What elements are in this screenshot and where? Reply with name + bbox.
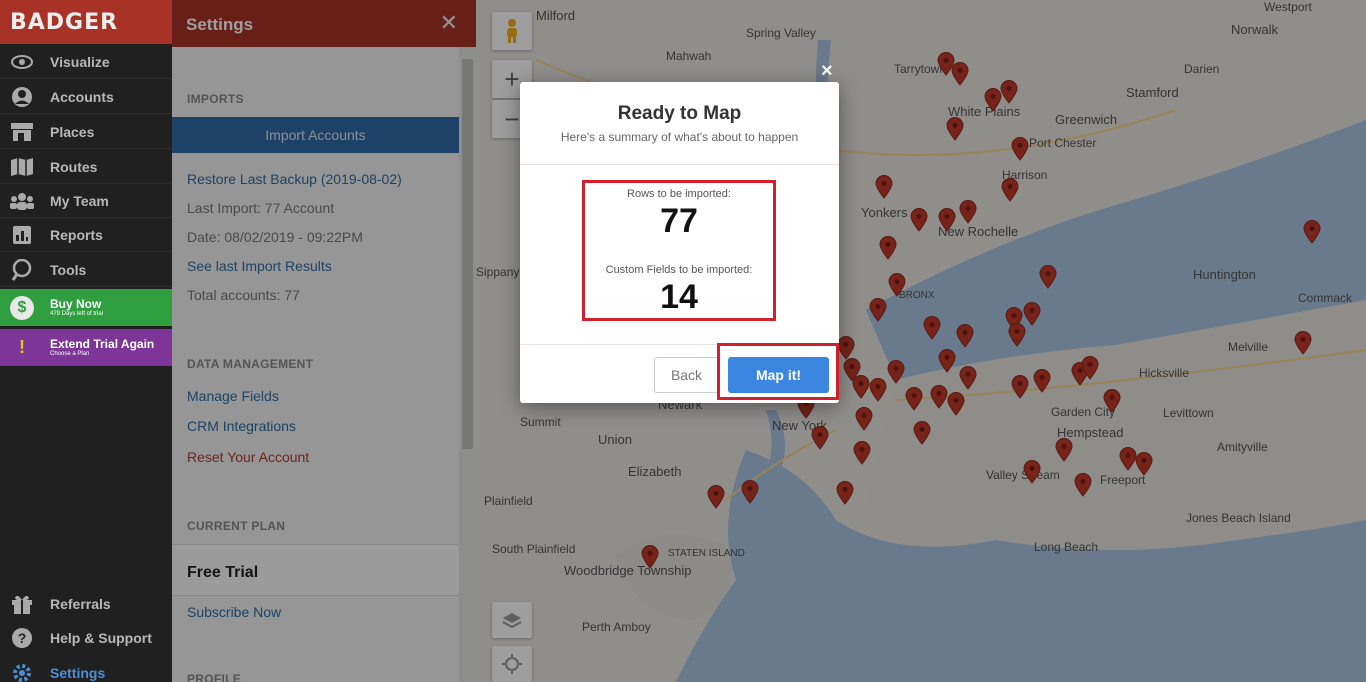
close-icon[interactable]: ×	[821, 60, 833, 83]
nav-item-visualize[interactable]: Visualize	[0, 45, 172, 79]
divider	[520, 164, 839, 165]
gear-icon	[10, 662, 34, 682]
nav-item-label: Visualize	[50, 53, 110, 70]
map-it-button[interactable]: Map it!	[728, 357, 829, 393]
map-icon	[10, 156, 34, 178]
nav-item-label: Routes	[50, 158, 98, 175]
nav-item-tools[interactable]: Tools	[0, 253, 172, 287]
nav-item-label: Accounts	[50, 88, 114, 105]
nav-item-label: Referrals	[50, 596, 111, 612]
left-nav: BADGER Visualize Accounts Places Routes …	[0, 0, 172, 682]
nav-item-referrals[interactable]: Referrals	[0, 587, 172, 621]
nav-item-reports[interactable]: Reports	[0, 218, 172, 252]
nav-item-help-support[interactable]: ? Help & Support	[0, 621, 172, 655]
nav-item-label: Reports	[50, 226, 103, 243]
gift-icon	[10, 593, 34, 615]
extend-trial-subtitle: Choose a Plan	[50, 350, 90, 357]
custom-fields-label: Custom Fields to be imported:	[605, 264, 753, 276]
import-summary-box: Rows to be imported: 77 Custom Fields to…	[582, 180, 776, 321]
modal-subtitle: Here's a summary of what's about to happ…	[560, 130, 799, 144]
nav-item-label: My Team	[50, 192, 109, 209]
store-icon	[10, 121, 34, 143]
report-icon	[10, 224, 34, 246]
exclamation-icon: !	[19, 337, 25, 357]
extend-trial-title: Extend Trial Again	[50, 336, 155, 351]
user-circle-icon	[10, 86, 34, 108]
buy-now-subtitle: 479 Days left of trial	[50, 310, 104, 317]
badger-logo[interactable]: BADGER	[10, 10, 118, 35]
logo-bar: BADGER	[0, 0, 172, 44]
nav-item-label: Tools	[50, 261, 87, 278]
tools-icon	[10, 258, 34, 281]
team-icon	[10, 190, 34, 212]
buy-now-title: Buy Now	[50, 296, 102, 311]
rows-value: 77	[660, 202, 698, 240]
help-icon: ?	[10, 627, 34, 649]
extend-trial-button[interactable]: ! Extend Trial Again Choose a Plan	[0, 329, 172, 366]
nav-item-label: Help & Support	[50, 630, 152, 646]
ready-to-map-modal: Ready to Map Here's a summary of what's …	[520, 82, 839, 403]
custom-fields-value: 14	[660, 278, 698, 316]
nav-item-places[interactable]: Places	[0, 115, 172, 149]
nav-item-label: Places	[50, 123, 95, 140]
eye-icon	[10, 51, 34, 73]
nav-item-label: Settings	[50, 665, 106, 681]
back-button[interactable]: Back	[654, 357, 719, 393]
svg-text:?: ?	[18, 630, 27, 646]
nav-item-accounts[interactable]: Accounts	[0, 80, 172, 114]
nav-item-my-team[interactable]: My Team	[0, 184, 172, 218]
modal-title: Ready to Map	[617, 103, 742, 124]
nav-item-routes[interactable]: Routes	[0, 150, 172, 184]
rows-label: Rows to be imported:	[627, 188, 731, 200]
dollar-icon: $	[10, 295, 34, 320]
buy-now-button[interactable]: $ Buy Now 479 Days left of trial	[0, 289, 172, 326]
nav-item-settings[interactable]: Settings	[0, 656, 172, 682]
